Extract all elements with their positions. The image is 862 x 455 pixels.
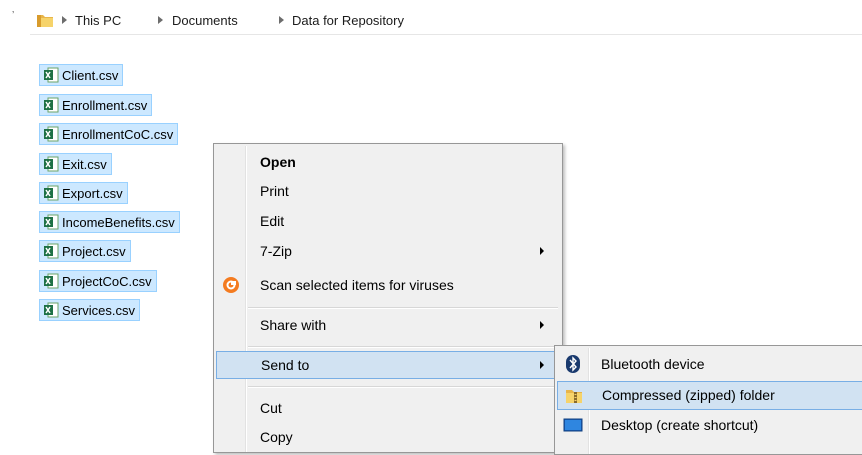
- submenu-item-label: Compressed (zipped) folder: [602, 387, 775, 403]
- address-bar[interactable]: ’ This PC Documents Data for Repository: [0, 0, 862, 40]
- file-item-incomebenefits[interactable]: IncomeBenefits.csv: [39, 211, 180, 233]
- file-item-export[interactable]: Export.csv: [39, 182, 128, 204]
- csv-file-icon: [44, 97, 59, 113]
- csv-file-icon: [44, 273, 59, 289]
- file-name: Export.csv: [62, 185, 123, 201]
- csv-file-icon: [44, 302, 59, 318]
- bluetooth-icon: [566, 355, 580, 373]
- file-name: Project.csv: [62, 243, 126, 259]
- menu-item-label: Cut: [260, 400, 282, 416]
- zip-folder-icon: [566, 390, 582, 403]
- file-name: Exit.csv: [62, 156, 107, 172]
- submenu-item-label: Desktop (create shortcut): [601, 417, 759, 433]
- menu-item-7zip[interactable]: 7-Zip: [216, 237, 560, 265]
- breadcrumb[interactable]: This PC Documents Data for Repository: [30, 10, 862, 35]
- file-name: EnrollmentCoC.csv: [62, 126, 174, 142]
- file-item-exit[interactable]: Exit.csv: [39, 153, 112, 175]
- menu-item-label: Share with: [260, 317, 327, 333]
- file-item-enrollmentcoc[interactable]: EnrollmentCoC.csv: [39, 123, 179, 145]
- send-to-submenu: Bluetooth device Compressed (zipped) fol…: [554, 345, 862, 455]
- menu-separator: [248, 386, 558, 388]
- file-name: Services.csv: [62, 302, 135, 318]
- file-item-services[interactable]: Services.csv: [39, 299, 140, 321]
- breadcrumb-separator-icon[interactable]: [62, 16, 67, 24]
- file-name: ProjectCoC.csv: [62, 273, 152, 289]
- submenu-arrow-icon: [540, 321, 544, 329]
- csv-file-icon: [44, 185, 59, 201]
- file-item-client[interactable]: Client.csv: [39, 64, 124, 86]
- context-menu: Open Print Edit 7-Zip Scan selected item…: [213, 143, 563, 453]
- menu-item-label: Edit: [260, 213, 285, 229]
- file-item-enrollment[interactable]: Enrollment.csv: [39, 94, 153, 116]
- menu-item-label: Send to: [261, 357, 310, 373]
- menu-item-print[interactable]: Print: [216, 177, 560, 205]
- file-name: IncomeBenefits.csv: [62, 214, 175, 230]
- file-item-project[interactable]: Project.csv: [39, 240, 131, 262]
- menu-item-open[interactable]: Open: [216, 148, 560, 176]
- menu-item-scan-viruses[interactable]: Scan selected items for viruses: [216, 271, 560, 299]
- send-to-compressed-folder[interactable]: Compressed (zipped) folder: [557, 381, 862, 410]
- menu-item-edit[interactable]: Edit: [216, 207, 560, 235]
- breadcrumb-separator-icon[interactable]: [279, 16, 284, 24]
- menu-item-cut[interactable]: Cut: [216, 394, 560, 422]
- csv-file-icon: [44, 126, 59, 142]
- file-name: Client.csv: [62, 67, 119, 83]
- menu-item-copy[interactable]: Copy: [216, 423, 560, 451]
- menu-separator: [248, 307, 558, 309]
- csv-file-icon: [44, 67, 59, 83]
- submenu-item-label: Bluetooth device: [601, 356, 705, 372]
- menu-item-send-to[interactable]: Send to: [216, 351, 560, 379]
- folder-icon: [37, 15, 53, 27]
- menu-item-label: 7-Zip: [260, 243, 292, 259]
- csv-file-icon: [44, 156, 59, 172]
- desktop-icon: [563, 418, 583, 432]
- menu-item-label: Copy: [260, 429, 293, 445]
- send-to-desktop-shortcut[interactable]: Desktop (create shortcut): [557, 411, 862, 440]
- antivirus-icon: [223, 277, 239, 293]
- csv-file-icon: [44, 214, 59, 230]
- submenu-arrow-icon: [540, 361, 544, 369]
- menu-item-label: Scan selected items for viruses: [260, 277, 454, 293]
- breadcrumb-separator-icon[interactable]: [158, 16, 163, 24]
- breadcrumb-this-pc[interactable]: This PC: [75, 13, 121, 28]
- menu-separator: [248, 346, 558, 348]
- submenu-arrow-icon: [540, 247, 544, 255]
- file-name: Enrollment.csv: [62, 97, 148, 113]
- csv-file-icon: [44, 243, 59, 259]
- breadcrumb-documents[interactable]: Documents: [172, 13, 238, 28]
- menu-item-share-with[interactable]: Share with: [216, 311, 560, 339]
- file-item-projectcoc[interactable]: ProjectCoC.csv: [39, 270, 157, 292]
- recent-locations-icon[interactable]: ’: [12, 11, 15, 21]
- breadcrumb-data-for-repository[interactable]: Data for Repository: [292, 13, 404, 28]
- menu-item-label: Print: [260, 183, 289, 199]
- send-to-bluetooth-device[interactable]: Bluetooth device: [557, 350, 862, 379]
- menu-item-label: Open: [260, 154, 296, 170]
